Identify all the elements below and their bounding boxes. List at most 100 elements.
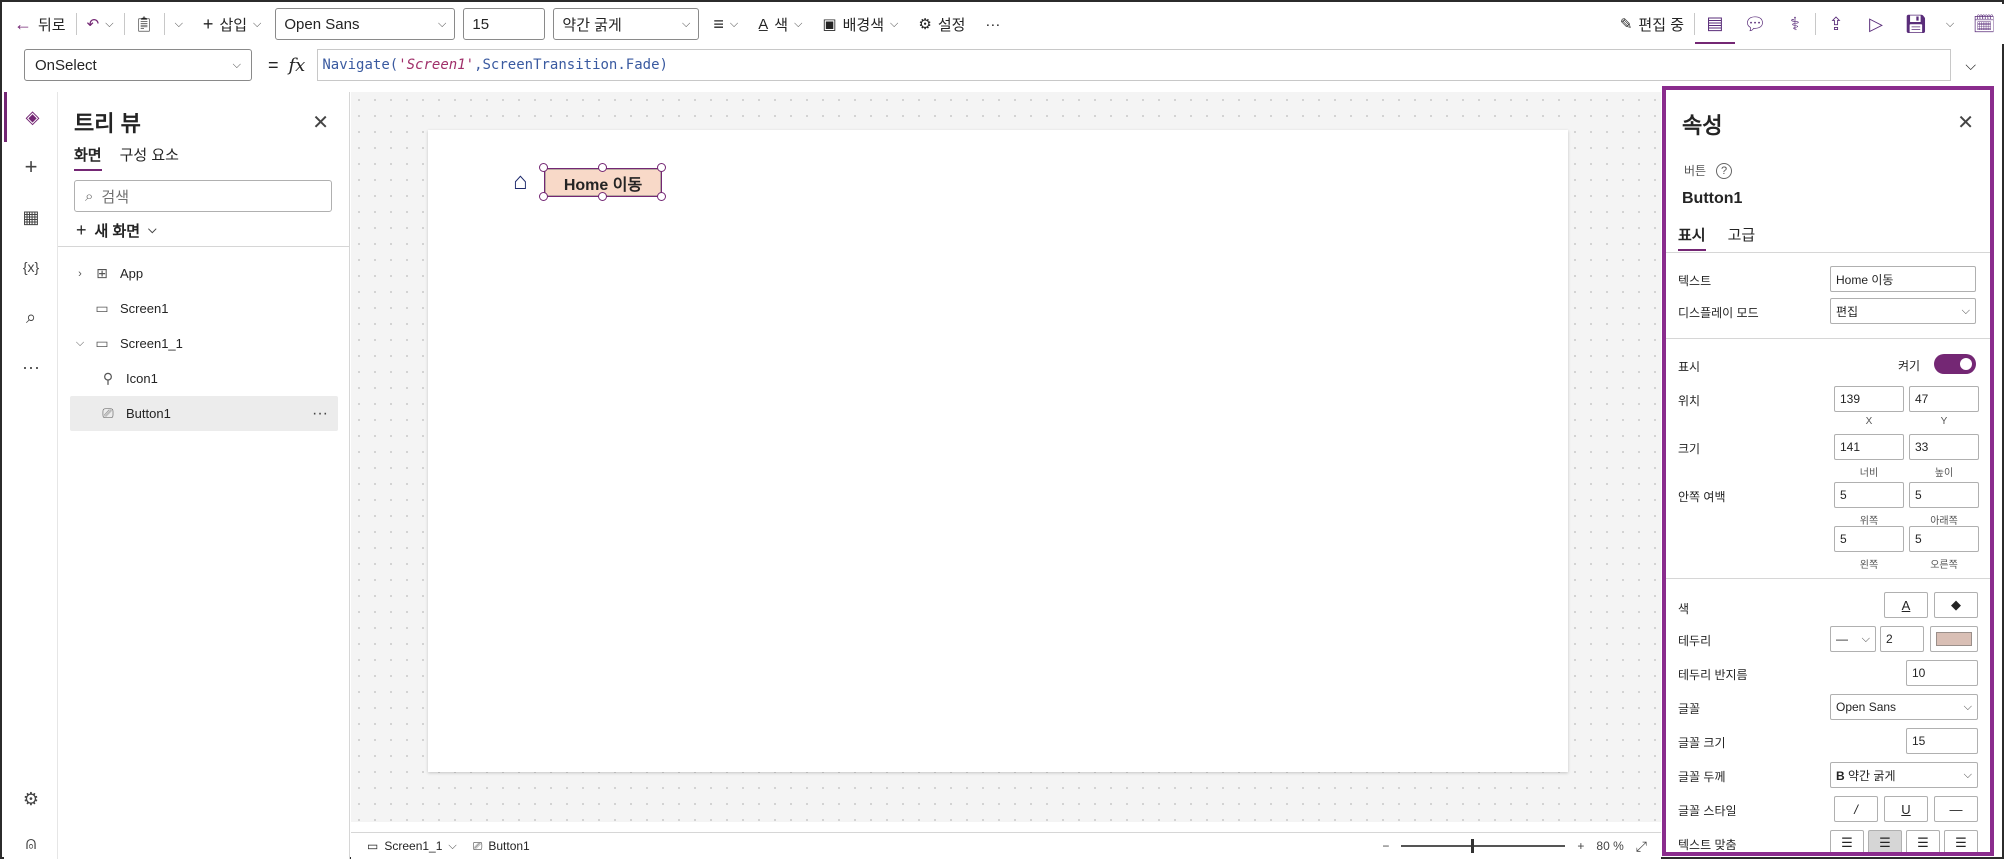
fill-color-button[interactable]: ◆ <box>1934 592 1978 618</box>
tree-item-screen1[interactable]: ▭ Screen1 <box>70 291 338 326</box>
resize-handle[interactable] <box>539 163 548 172</box>
property-dropdown[interactable]: OnSelect ⌵ <box>24 49 252 81</box>
visible-toggle[interactable] <box>1934 354 1976 374</box>
tree-item-icon1[interactable]: ⚲ Icon1 <box>70 361 338 396</box>
border-radius-input[interactable]: 10 <box>1906 660 1978 686</box>
chevron-down-icon[interactable]: ⌵ <box>70 337 90 350</box>
design-canvas[interactable]: ⌂ Home 이동 <box>351 92 1661 822</box>
fill-button[interactable]: ▣ 배경색 ⌵ <box>812 4 908 44</box>
padding-top-input[interactable]: 5 <box>1834 482 1904 508</box>
tree-item-app[interactable]: › ⊞ App <box>70 256 338 291</box>
back-button[interactable]: ← 뒤로 <box>4 4 76 44</box>
padding-right-input[interactable]: 5 <box>1909 526 1979 552</box>
tab-display[interactable]: 표시 <box>1678 224 1706 251</box>
font-dropdown[interactable]: Open Sans ⌵ <box>1830 694 1978 720</box>
search-rail-button[interactable]: ⌕ <box>4 292 58 342</box>
font-family-dropdown[interactable]: Open Sans ⌵ <box>275 8 456 40</box>
tab-components[interactable]: 구성 요소 <box>120 144 179 171</box>
zoom-slider-thumb[interactable] <box>1471 839 1475 853</box>
chevron-right-icon[interactable]: › <box>70 268 90 280</box>
align-center-button[interactable]: ☰ <box>1868 830 1902 852</box>
color-button[interactable]: A̲ 색 ⌵ <box>748 4 812 44</box>
tab-screens[interactable]: 화면 <box>74 144 102 171</box>
tree-item-button1[interactable]: ⎚ Button1 ··· <box>70 396 338 431</box>
undo-button[interactable]: ↶ ⌵ <box>77 4 124 44</box>
paste-menu-button[interactable]: ⌵ <box>165 4 193 44</box>
insert-rail-button[interactable]: + <box>4 142 58 192</box>
virtual-agent-button[interactable]: ⍝ <box>4 818 58 859</box>
border-style-dropdown[interactable]: — ⌵ <box>1830 626 1876 652</box>
close-icon[interactable]: ✕ <box>1957 110 1974 135</box>
align-justify-button[interactable]: ☰ <box>1944 830 1978 852</box>
tree-view-button[interactable]: ◈ <box>4 92 58 142</box>
position-x-input[interactable]: 139 <box>1834 386 1904 412</box>
tree-item-screen1-1[interactable]: ⌵ ▭ Screen1_1 <box>70 326 338 361</box>
breadcrumb-control-label: Button1 <box>488 839 530 853</box>
padding-left-input[interactable]: 5 <box>1834 526 1904 552</box>
share-button[interactable]: ⇪ <box>1816 4 1856 44</box>
resize-handle[interactable] <box>598 163 607 172</box>
preview-button[interactable]: ▷ <box>1856 4 1896 44</box>
more-options-icon[interactable]: ··· <box>312 405 328 423</box>
height-input[interactable]: 33 <box>1909 434 1979 460</box>
italic-button[interactable]: / <box>1834 796 1878 822</box>
resize-handle[interactable] <box>657 192 666 201</box>
publish-button[interactable]: 🗓︎ <box>1964 4 2004 44</box>
zoom-out-button[interactable]: − <box>1382 839 1389 853</box>
position-y-input[interactable]: 47 <box>1909 386 1979 412</box>
save-button[interactable]: 💾︎ <box>1896 4 1936 44</box>
font-weight-dropdown[interactable]: 약간 굵게 ⌵ <box>553 8 700 40</box>
close-icon[interactable]: ✕ <box>312 110 329 135</box>
breadcrumb-screen[interactable]: ▭ Screen1_1 ⌵ <box>351 839 473 853</box>
resize-handle[interactable] <box>657 163 666 172</box>
tab-advanced[interactable]: 고급 <box>1728 224 1756 251</box>
screen-artboard[interactable]: ⌂ Home 이동 <box>428 130 1568 772</box>
resize-handle[interactable] <box>539 192 548 201</box>
variables-button[interactable]: {x} <box>4 242 58 292</box>
strikethrough-button[interactable]: — <box>1934 796 1978 822</box>
insert-button[interactable]: + 삽입 ⌵ <box>193 4 271 44</box>
width-input[interactable]: 141 <box>1834 434 1904 460</box>
align-left-button[interactable]: ☰ <box>1830 830 1864 852</box>
zoom-slider[interactable] <box>1401 839 1566 853</box>
save-menu-button[interactable]: ⌵ <box>1936 4 1964 44</box>
control-name[interactable]: Button1 <box>1682 190 1742 208</box>
app-window: ← 뒤로 ↶ ⌵ 📋︎ ⌵ + 삽입 ⌵ Open Sans ⌵ 15 약간 굵… <box>0 0 2004 859</box>
screen-icon: ▭ <box>95 335 109 351</box>
expand-formula-icon[interactable]: ⌵ <box>1965 57 1976 74</box>
resize-handle[interactable] <box>598 192 607 201</box>
settings-rail-button[interactable]: ⚙ <box>4 774 58 824</box>
breadcrumb-control[interactable]: ⎚ Button1 <box>473 839 546 854</box>
tree-search-input[interactable]: ⌕ 검색 <box>74 180 332 212</box>
font-size-input[interactable]: 15 <box>1906 728 1978 754</box>
paste-button[interactable]: 📋︎ <box>125 4 164 44</box>
formula-input[interactable]: Navigate('Screen1' ,ScreenTransition.Fade… <box>317 49 1952 81</box>
position-label: 위치 <box>1678 394 1701 408</box>
help-icon[interactable]: ? <box>1716 162 1733 179</box>
underline-button[interactable]: U <box>1884 796 1928 822</box>
more-button[interactable]: ··· <box>975 4 1010 44</box>
fit-to-window-icon[interactable]: ⤢ <box>1636 838 1647 855</box>
more-rail-button[interactable]: ··· <box>4 342 58 392</box>
align-button[interactable]: ≡ ⌵ <box>703 4 748 44</box>
app-checker-button[interactable]: ▤ <box>1695 4 1735 44</box>
settings-button[interactable]: ⚙ 설정 <box>908 4 975 44</box>
border-color-button[interactable] <box>1930 626 1978 652</box>
border-width-input[interactable]: 2 <box>1880 626 1924 652</box>
fx-icon[interactable]: fx <box>289 55 306 76</box>
zoom-in-button[interactable]: + <box>1577 839 1584 853</box>
editing-button[interactable]: ✎ 편집 중 <box>1610 4 1694 44</box>
new-screen-button[interactable]: + 새 화면 ⌵ <box>76 220 156 241</box>
display-mode-dropdown[interactable]: 편집 ⌵ <box>1830 298 1976 324</box>
text-color-button[interactable]: A <box>1884 592 1928 618</box>
home-icon[interactable]: ⌂ <box>513 167 543 197</box>
comments-button[interactable]: 💬︎ <box>1735 4 1775 44</box>
font-weight-dropdown[interactable]: B 약간 굵게 ⌵ <box>1830 762 1978 788</box>
text-input[interactable]: Home 이동 <box>1830 266 1976 292</box>
display-mode-value: 편집 <box>1836 304 1859 319</box>
align-right-button[interactable]: ☰ <box>1906 830 1940 852</box>
padding-bottom-input[interactable]: 5 <box>1909 482 1979 508</box>
health-check-button[interactable]: ⚕ <box>1775 4 1815 44</box>
data-button[interactable]: ▦ <box>4 192 58 242</box>
font-size-input[interactable]: 15 <box>463 8 546 40</box>
